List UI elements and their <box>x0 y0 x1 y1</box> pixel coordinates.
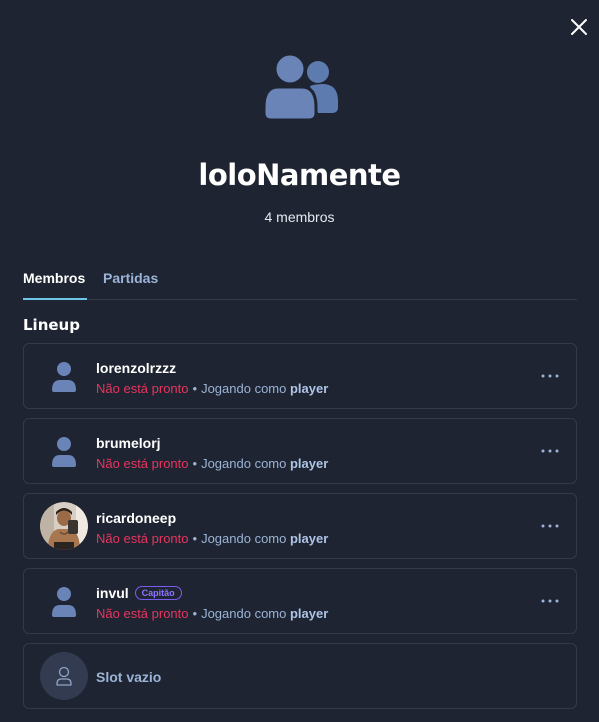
more-options-button[interactable] <box>540 516 560 536</box>
avatar <box>40 502 88 550</box>
member-status: Não está pronto • Jogando como player <box>96 381 328 396</box>
member-name[interactable]: lorenzolrzzz <box>96 360 176 376</box>
status-playing-as: Jogando como <box>201 531 287 546</box>
avatar <box>40 577 88 625</box>
user-outline-icon <box>56 666 72 686</box>
tab-members[interactable]: Membros <box>23 270 87 300</box>
more-horizontal-icon <box>541 449 559 453</box>
status-not-ready: Não está pronto <box>96 456 189 471</box>
status-separator: • <box>192 531 198 546</box>
default-user-icon <box>52 362 76 392</box>
close-icon <box>571 19 587 35</box>
member-card[interactable]: invul Capitão Não está pronto • Jogando com… <box>23 568 577 634</box>
close-button[interactable] <box>569 17 589 37</box>
more-options-button[interactable] <box>540 441 560 461</box>
status-playing-as: Jogando como <box>201 456 287 471</box>
status-not-ready: Não está pronto <box>96 606 189 621</box>
member-name[interactable]: brumelorj <box>96 435 161 451</box>
empty-slot-card[interactable]: Slot vazio <box>23 643 577 709</box>
tab-bar: Membros Partidas <box>23 270 577 300</box>
default-user-icon <box>52 587 76 617</box>
member-name-row: invul Capitão <box>96 585 182 601</box>
member-name[interactable]: ricardoneep <box>96 510 176 526</box>
status-role: player <box>289 606 329 621</box>
status-separator: • <box>192 381 198 396</box>
more-options-button[interactable] <box>540 591 560 611</box>
member-status: Não está pronto • Jogando como player <box>96 531 328 546</box>
member-card[interactable]: brumelorj Não está pronto • Jogando como p… <box>23 418 577 484</box>
status-role: player <box>289 531 329 546</box>
member-count: 4 membros <box>264 209 335 225</box>
status-playing-as: Jogando como <box>201 381 287 396</box>
member-status: Não está pronto • Jogando como player <box>96 606 328 621</box>
status-separator: • <box>192 606 198 621</box>
captain-badge: Capitão <box>134 586 182 600</box>
lineup-title: Lineup <box>23 316 80 334</box>
member-card[interactable]: ricardoneep Não está pronto • Jogando como… <box>23 493 577 559</box>
status-not-ready: Não está pronto <box>96 531 189 546</box>
member-status: Não está pronto • Jogando como player <box>96 456 328 471</box>
status-role: player <box>289 456 329 471</box>
empty-slot-label: Slot vazio <box>96 669 162 685</box>
more-horizontal-icon <box>541 599 559 603</box>
status-not-ready: Não está pronto <box>96 381 189 396</box>
more-horizontal-icon <box>541 524 559 528</box>
status-separator: • <box>192 456 198 471</box>
default-user-icon <box>52 437 76 467</box>
member-list: lorenzolrzzz Não está pronto • Jogando com… <box>23 343 577 718</box>
avatar <box>40 352 88 400</box>
member-name[interactable]: invul <box>96 585 129 601</box>
status-role: player <box>289 381 329 396</box>
team-name: loloNamente <box>198 158 401 192</box>
tab-matches[interactable]: Partidas <box>103 270 158 298</box>
status-playing-as: Jogando como <box>201 606 287 621</box>
avatar <box>40 427 88 475</box>
team-icon <box>262 52 338 122</box>
more-options-button[interactable] <box>540 366 560 386</box>
member-card[interactable]: lorenzolrzzz Não está pronto • Jogando com… <box>23 343 577 409</box>
profile-photo <box>40 502 88 550</box>
more-horizontal-icon <box>541 374 559 378</box>
empty-slot-avatar <box>40 652 88 700</box>
